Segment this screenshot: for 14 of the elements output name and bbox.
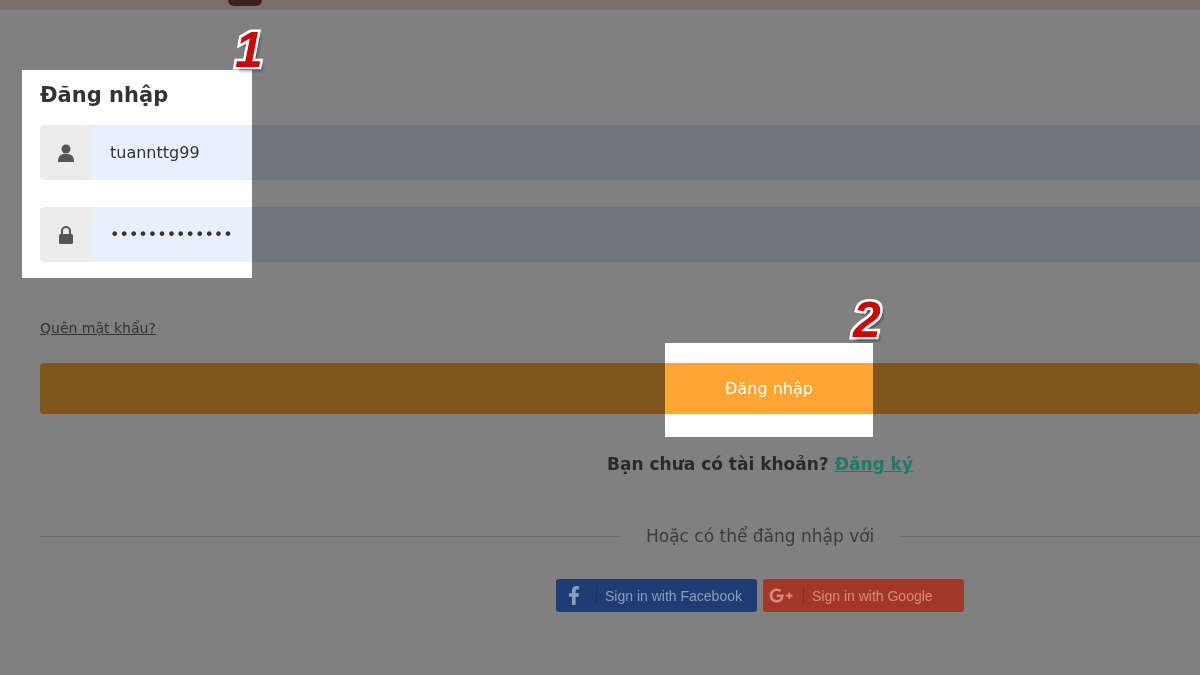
step-number: 2	[853, 295, 881, 345]
divider-text: Hoặc có thể đăng nhập với	[646, 526, 875, 546]
login-button[interactable]: Đăng nhập	[40, 363, 1200, 414]
google-sign-in-button[interactable]: Sign in with Google	[763, 579, 964, 612]
forgot-password-link[interactable]: Quên mật khẩu?	[40, 318, 156, 338]
user-icon	[58, 143, 74, 162]
facebook-sign-in-button[interactable]: Sign in with Facebook	[556, 579, 757, 612]
register-prompt: Bạn chưa có tài khoản?	[607, 454, 829, 474]
username-field[interactable]: tuannttg99	[92, 125, 1200, 180]
step-number: 1	[235, 25, 263, 75]
app-icon[interactable]	[228, 0, 262, 6]
lock-icon	[58, 225, 74, 244]
password-field[interactable]: •••••••••••••	[92, 207, 1200, 262]
form-title: Đăng nhập	[40, 82, 169, 109]
